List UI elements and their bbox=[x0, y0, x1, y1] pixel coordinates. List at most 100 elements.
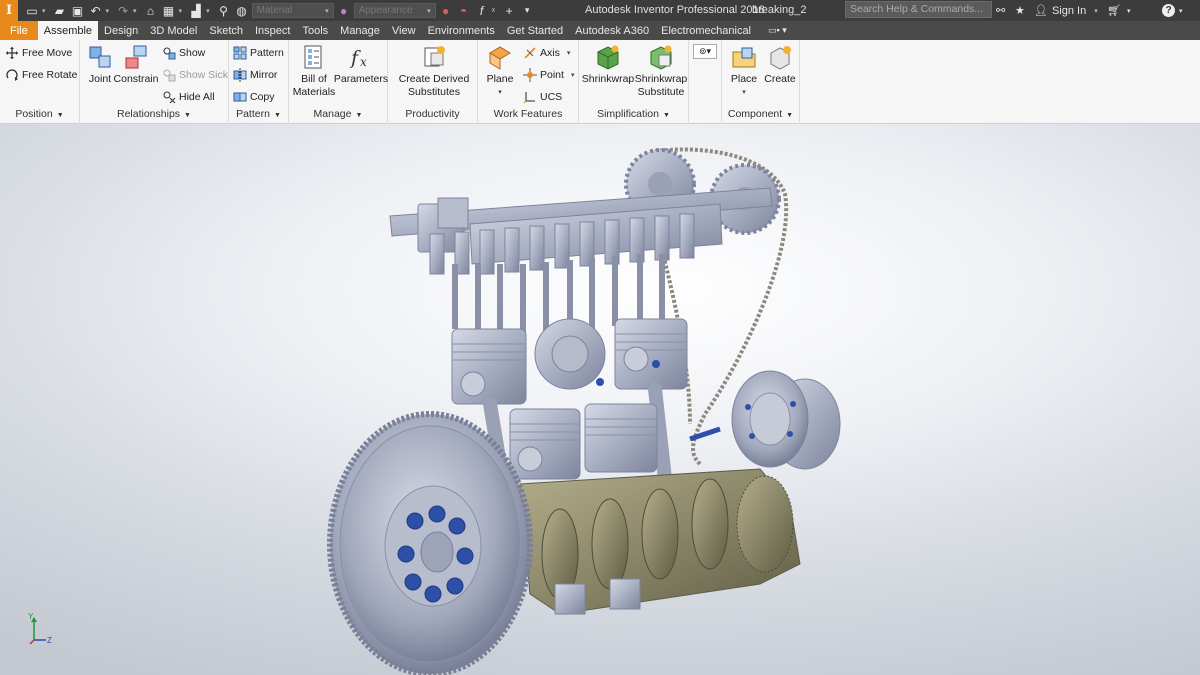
tab-sketch[interactable]: Sketch bbox=[203, 21, 249, 40]
undo-icon[interactable]: ↶ bbox=[88, 3, 104, 19]
tab-inspect[interactable]: Inspect bbox=[249, 21, 296, 40]
group-label-work-features: Work Features bbox=[493, 108, 563, 120]
measure-icon[interactable]: ⚲ bbox=[216, 3, 232, 19]
update-icon[interactable]: ▦ bbox=[161, 3, 177, 19]
customize-icon[interactable]: ▾ bbox=[519, 3, 535, 19]
triad-z-label: Z bbox=[47, 636, 52, 645]
create-derived-substitutes-button[interactable]: Create Derived Substitutes bbox=[394, 44, 474, 99]
hide-all-icon bbox=[163, 91, 176, 104]
adjust-icon[interactable]: ◓ bbox=[456, 3, 472, 19]
material-select[interactable]: Material ▾ bbox=[251, 3, 334, 18]
hide-all-button[interactable]: Hide All bbox=[162, 90, 215, 104]
place-component-icon bbox=[732, 47, 756, 68]
ucs-button[interactable]: UCS bbox=[523, 90, 562, 104]
tab-tools[interactable]: Tools bbox=[296, 21, 334, 40]
group-label-manage[interactable]: Manage ▼ bbox=[289, 108, 387, 122]
piston-upper-left[interactable] bbox=[451, 328, 527, 405]
view-triad: Y Z bbox=[28, 612, 52, 645]
ribbon-display-toggle-icon[interactable]: ▭▪ ▾ bbox=[765, 21, 790, 40]
pattern-button[interactable]: Pattern bbox=[233, 46, 284, 60]
create-component-icon bbox=[770, 46, 791, 70]
piston-lower-right[interactable] bbox=[584, 403, 658, 473]
binoculars-icon[interactable]: ⚯ bbox=[996, 0, 1005, 21]
tab-get-started[interactable]: Get Started bbox=[501, 21, 569, 40]
engine-model[interactable]: Y Z bbox=[0, 124, 1200, 675]
tab-manage[interactable]: Manage bbox=[334, 21, 386, 40]
clear-appearance-icon[interactable]: ● bbox=[438, 3, 454, 19]
group-label-component[interactable]: Component ▼ bbox=[722, 108, 799, 122]
axis-button[interactable]: Axis ▾ bbox=[523, 46, 570, 60]
select-priority-icon[interactable]: ▟ bbox=[188, 3, 204, 19]
function-icon[interactable]: f bbox=[474, 3, 490, 19]
help-icon[interactable]: ? bbox=[1162, 0, 1175, 21]
group-productivity: Create Derived Substitutes Productivity bbox=[388, 40, 478, 124]
save-icon[interactable]: ▣ bbox=[70, 3, 86, 19]
home-icon[interactable]: ⌂ bbox=[143, 3, 159, 19]
joint-icon bbox=[89, 46, 111, 68]
user-icon: 👤︎ bbox=[1034, 5, 1048, 17]
panel-dropdown-icon[interactable]: ⊚▾ bbox=[693, 44, 717, 59]
plane-button[interactable]: Plane ▾ bbox=[482, 44, 518, 99]
group-position: Free Move Free Rotate Position ▼ bbox=[0, 40, 80, 124]
flywheel[interactable] bbox=[327, 411, 533, 675]
tab-assemble[interactable]: Assemble bbox=[37, 21, 99, 40]
sign-in-button[interactable]: 👤︎ Sign In ▾ bbox=[1034, 0, 1098, 21]
tab-3d-model[interactable]: 3D Model bbox=[144, 21, 203, 40]
graphics-viewport[interactable]: Y Z bbox=[0, 124, 1200, 675]
front-pulley[interactable] bbox=[689, 370, 841, 470]
tab-design[interactable]: Design bbox=[98, 21, 144, 40]
tab-autodesk-a360[interactable]: Autodesk A360 bbox=[569, 21, 655, 40]
tab-electromechanical[interactable]: Electromechanical bbox=[655, 21, 757, 40]
joint-button[interactable]: Joint bbox=[84, 44, 116, 86]
redo-icon[interactable]: ↷ bbox=[115, 3, 131, 19]
copy-icon bbox=[233, 92, 247, 102]
plus-icon[interactable]: + bbox=[501, 3, 517, 19]
free-move-button[interactable]: Free Move bbox=[5, 46, 72, 60]
shrinkwrap-icon bbox=[597, 45, 619, 70]
parameters-button[interactable]: fx Parameters bbox=[334, 44, 388, 86]
tab-environments[interactable]: Environments bbox=[422, 21, 501, 40]
cart-icon[interactable]: 🛒︎ bbox=[1107, 0, 1121, 21]
tab-file[interactable]: File bbox=[0, 21, 38, 40]
copy-button[interactable]: Copy bbox=[233, 90, 275, 104]
ribbon-panel: Free Move Free Rotate Position ▼ Joint Co… bbox=[0, 40, 1200, 124]
group-extra: ⊚▾ bbox=[689, 40, 722, 124]
bill-of-materials-button[interactable]: Bill of Materials bbox=[292, 44, 336, 99]
create-derived-substitutes-icon bbox=[424, 46, 445, 67]
crankshaft[interactable] bbox=[519, 468, 801, 615]
group-label-productivity: Productivity bbox=[405, 108, 460, 120]
tab-view[interactable]: View bbox=[386, 21, 422, 40]
globe-icon[interactable]: ◍ bbox=[234, 3, 250, 19]
group-label-simplification[interactable]: Simplification ▼ bbox=[579, 108, 688, 122]
plane-icon bbox=[489, 46, 511, 70]
star-icon[interactable]: ★ bbox=[1015, 0, 1025, 21]
constrain-button[interactable]: Constrain bbox=[114, 44, 158, 86]
place-button[interactable]: Place ▾ bbox=[728, 44, 760, 99]
show-sick-button[interactable]: Show Sick bbox=[162, 68, 228, 82]
group-label-pattern[interactable]: Pattern ▼ bbox=[229, 108, 288, 122]
shrinkwrap-substitute-button[interactable]: Shrinkwrap Substitute bbox=[633, 44, 689, 99]
shrinkwrap-button[interactable]: Shrinkwrap bbox=[581, 44, 635, 86]
group-label-relationships[interactable]: Relationships ▼ bbox=[80, 108, 228, 122]
search-help-input[interactable]: Search Help & Commands... bbox=[845, 1, 992, 18]
group-work-features: Plane ▾ Axis ▾ Point ▾ UCS Work Features bbox=[478, 40, 579, 124]
help-dropdown-icon[interactable]: ▾ bbox=[1179, 0, 1183, 21]
appearance-select[interactable]: Appearance ▾ bbox=[353, 3, 436, 18]
show-button[interactable]: Show bbox=[162, 46, 205, 60]
constrain-icon bbox=[125, 45, 147, 69]
point-icon bbox=[523, 68, 537, 82]
piston-lower-left[interactable] bbox=[509, 408, 581, 480]
create-component-button[interactable]: Create bbox=[762, 44, 798, 86]
free-rotate-button[interactable]: Free Rotate bbox=[5, 68, 77, 82]
open-folder-icon[interactable]: ▰ bbox=[52, 3, 68, 19]
group-label-position[interactable]: Position ▼ bbox=[0, 108, 79, 122]
pattern-icon bbox=[233, 46, 247, 60]
piston-upper-center[interactable] bbox=[534, 318, 606, 390]
cart-dropdown-icon[interactable]: ▾ bbox=[1127, 0, 1131, 21]
group-component: Place ▾ Create Component ▼ bbox=[722, 40, 800, 124]
piston-upper-right[interactable] bbox=[614, 318, 688, 390]
mirror-button[interactable]: Mirror bbox=[233, 68, 277, 82]
inventor-logo-icon[interactable]: I bbox=[0, 0, 18, 21]
point-button[interactable]: Point ▾ bbox=[523, 68, 574, 82]
new-file-icon[interactable]: ▭ bbox=[24, 3, 40, 19]
